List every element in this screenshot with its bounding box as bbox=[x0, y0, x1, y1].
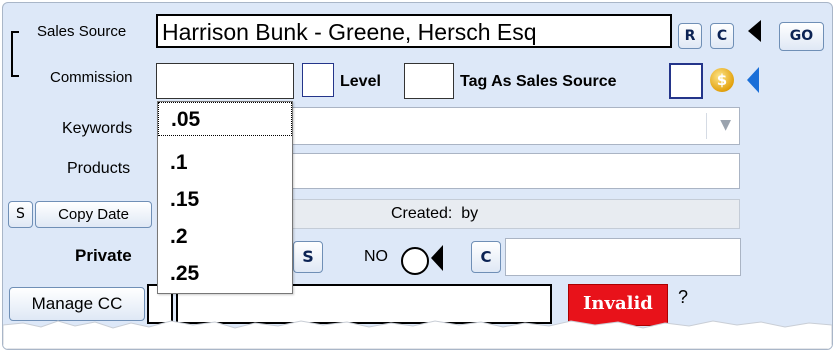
no-label: NO bbox=[364, 248, 388, 265]
level-input[interactable] bbox=[404, 63, 454, 99]
blue-back-arrow-icon[interactable] bbox=[747, 67, 759, 93]
sales-source-input[interactable]: Harrison Bunk - Greene, Hersch Esq bbox=[156, 14, 672, 48]
keywords-label: Keywords bbox=[62, 120, 133, 137]
keywords-dropdown-arrow[interactable]: ▼ bbox=[720, 117, 731, 133]
private-text-input[interactable] bbox=[505, 238, 741, 276]
commission-dropdown-list: .05 .1 .15 .2 .25 bbox=[157, 101, 293, 294]
dollar-coin-icon[interactable]: $ bbox=[710, 68, 734, 92]
products-label: Products bbox=[67, 160, 131, 177]
tag-as-sales-source-checkbox[interactable] bbox=[669, 63, 703, 99]
commission-option[interactable]: .2 bbox=[158, 220, 292, 254]
torn-edge-decoration bbox=[3, 320, 832, 349]
created-info-bar: Created: by bbox=[292, 199, 740, 229]
keywords-select-divider bbox=[706, 113, 707, 139]
c-button[interactable]: C bbox=[710, 23, 734, 49]
commission-input[interactable] bbox=[156, 63, 294, 99]
c-private-button[interactable]: C bbox=[471, 241, 501, 273]
keywords-select[interactable]: ▼ bbox=[292, 107, 740, 145]
commission-option[interactable]: .25 bbox=[158, 257, 292, 291]
commission-checkbox[interactable] bbox=[302, 63, 334, 97]
private-label: Private bbox=[75, 246, 132, 265]
back-arrow-icon[interactable] bbox=[748, 20, 761, 42]
commission-option[interactable]: .1 bbox=[158, 146, 292, 180]
created-text: Created: by bbox=[391, 205, 479, 222]
commission-option[interactable]: .05 bbox=[158, 102, 292, 136]
level-label: Level bbox=[340, 73, 381, 90]
private-arrow-icon[interactable] bbox=[431, 245, 443, 271]
s-private-button[interactable]: S bbox=[293, 241, 323, 273]
sales-source-value: Harrison Bunk - Greene, Hersch Esq bbox=[162, 19, 537, 45]
dollar-glyph: $ bbox=[716, 71, 728, 89]
sales-form-panel: Sales Source Harrison Bunk - Greene, Her… bbox=[2, 2, 833, 350]
products-input[interactable] bbox=[292, 153, 740, 189]
no-radio-button[interactable] bbox=[401, 247, 429, 275]
grouping-bracket bbox=[11, 31, 19, 77]
tag-as-sales-source-label: Tag As Sales Source bbox=[460, 73, 617, 90]
commission-label: Commission bbox=[50, 69, 133, 86]
copy-date-button[interactable]: Copy Date bbox=[35, 201, 152, 228]
commission-option[interactable]: .15 bbox=[158, 183, 292, 217]
s-date-button[interactable]: S bbox=[8, 201, 33, 228]
r-button[interactable]: R bbox=[678, 23, 702, 49]
go-button[interactable]: GO bbox=[779, 22, 824, 51]
sales-source-label: Sales Source bbox=[37, 23, 127, 40]
